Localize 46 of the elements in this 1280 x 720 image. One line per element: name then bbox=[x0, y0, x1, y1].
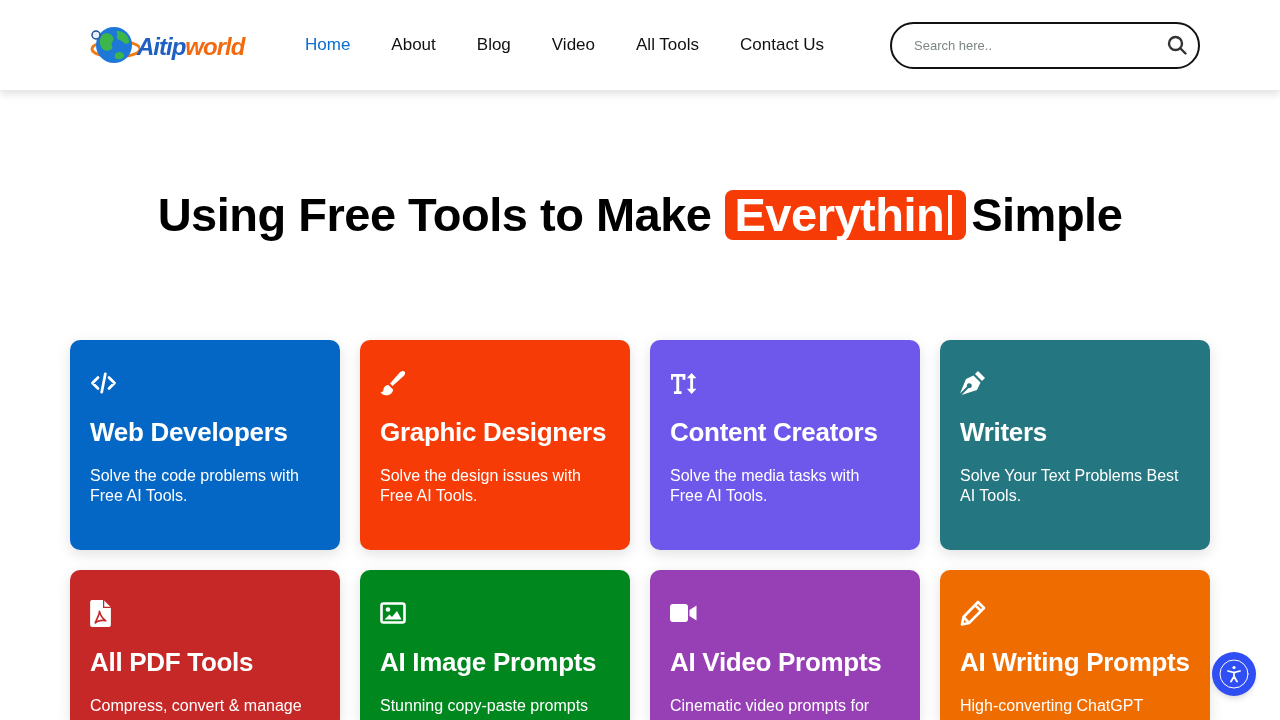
image-icon bbox=[380, 602, 406, 624]
card-description: High-converting ChatGPT bbox=[960, 696, 1144, 716]
card-description: Solve Your Text Problems Best AI Tools. bbox=[960, 466, 1180, 506]
card-title: Content Creators bbox=[670, 416, 878, 448]
accessibility-button[interactable] bbox=[1212, 652, 1256, 696]
category-card[interactable]: AI Video Prompts Cinematic video prompts for bbox=[650, 570, 920, 720]
nav-link[interactable]: Blog bbox=[476, 32, 511, 58]
nav-link[interactable]: About bbox=[391, 32, 436, 58]
card-description: Stunning copy-paste prompts bbox=[380, 696, 589, 716]
card-description: Solve the media tasks with Free AI Tools. bbox=[670, 466, 861, 506]
paintbrush-icon bbox=[380, 370, 406, 396]
card-title: Graphic Designers bbox=[380, 416, 607, 448]
category-card[interactable]: All PDF Tools Compress, convert & manage bbox=[70, 570, 340, 720]
pencil-icon bbox=[960, 600, 986, 626]
category-card[interactable]: AI Image Prompts Stunning copy-paste prompts bbox=[360, 570, 630, 720]
card-title: AI Video Prompts bbox=[670, 646, 882, 678]
category-card[interactable]: Graphic Designers Solve the design issues with Free AI Tools. bbox=[360, 340, 630, 550]
pdf-file-icon bbox=[90, 599, 111, 627]
nav-link[interactable]: Home bbox=[305, 32, 351, 58]
nav-link[interactable]: All Tools bbox=[636, 32, 699, 58]
card-description: Compress, convert & manage bbox=[90, 696, 302, 716]
category-card[interactable]: AI Writing Prompts High-converting ChatGPT bbox=[940, 570, 1210, 720]
search-field[interactable]: Search here.. bbox=[890, 21, 1200, 69]
card-title: All PDF Tools bbox=[90, 646, 254, 678]
pen-nib-icon bbox=[960, 370, 986, 396]
category-card[interactable]: Content Creators Solve the media tasks with Free AI Tools. bbox=[650, 340, 920, 550]
search-icon[interactable] bbox=[1167, 34, 1187, 55]
accessibility-icon bbox=[1219, 659, 1249, 689]
card-title: AI Image Prompts bbox=[380, 646, 597, 678]
hero-heading: Simple bbox=[971, 186, 1123, 243]
card-description: Solve the design issues with Free AI Tools. bbox=[380, 466, 582, 506]
card-title: Web Developers bbox=[90, 416, 288, 448]
logo-text[interactable]: Aitipworld bbox=[137, 29, 245, 65]
card-description: Cinematic video prompts for bbox=[670, 696, 870, 716]
hero-heading: Using Free Tools to Make bbox=[157, 186, 712, 243]
category-card[interactable]: Writers Solve Your Text Problems Best AI Tools. bbox=[940, 340, 1210, 550]
video-camera-icon bbox=[670, 603, 697, 623]
text-height-icon bbox=[670, 371, 697, 395]
category-card[interactable]: Web Developers Solve the code problems with Free AI Tools. bbox=[70, 340, 340, 550]
card-title: AI Writing Prompts bbox=[960, 646, 1190, 678]
nav-link[interactable]: Contact Us bbox=[740, 32, 825, 58]
nav-link[interactable]: Video bbox=[551, 32, 595, 58]
code-icon bbox=[90, 372, 117, 394]
card-description: Solve the code problems with Free AI Tools. bbox=[90, 466, 300, 506]
highlighted-word: Everythin bbox=[734, 186, 945, 243]
card-title: Writers bbox=[960, 416, 1047, 448]
